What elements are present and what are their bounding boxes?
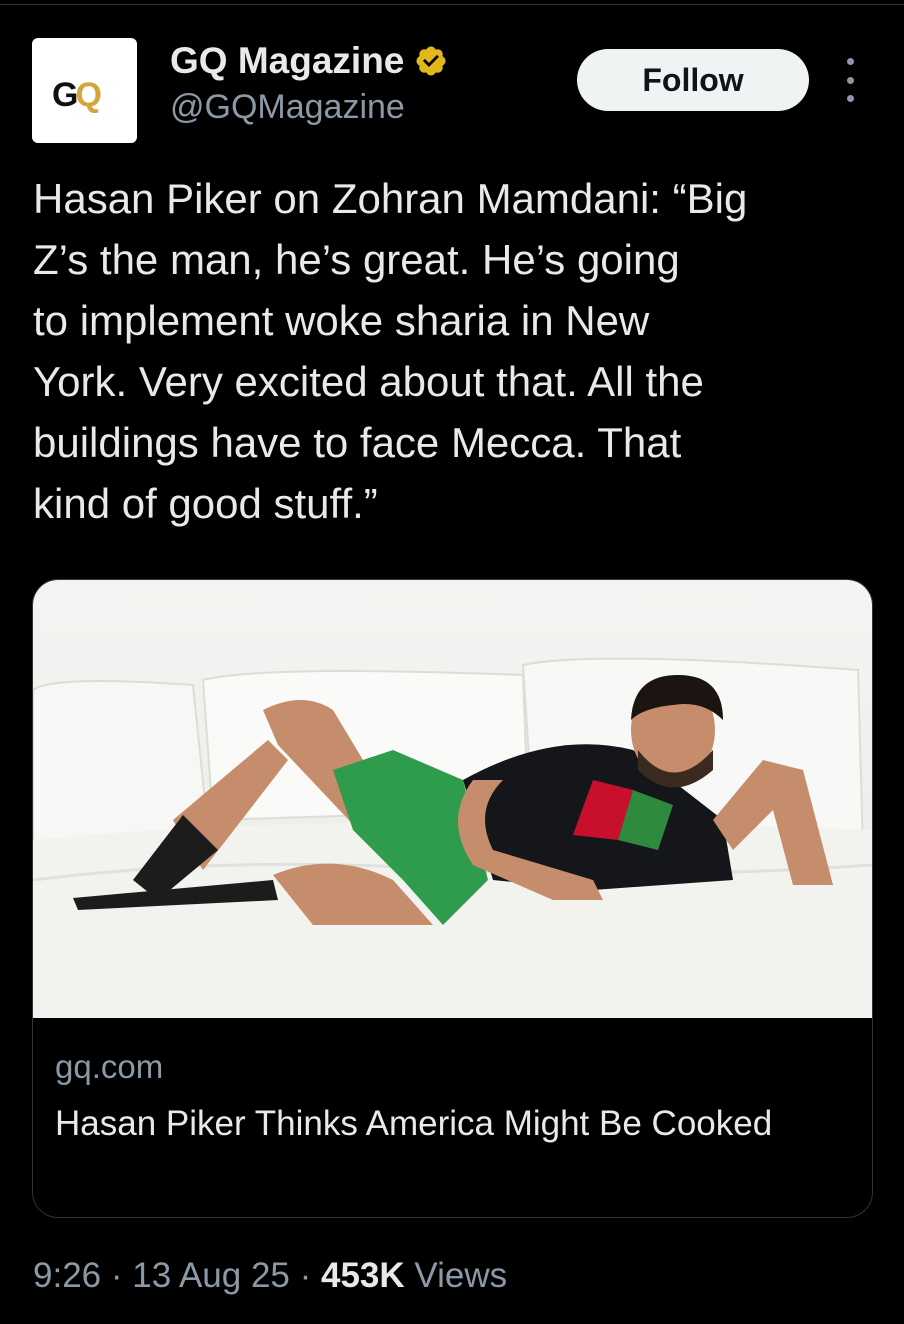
more-dots-icon[interactable]	[838, 58, 862, 102]
card-domain: gq.com	[55, 1048, 164, 1085]
link-card[interactable]: gq.com Hasan Piker Thinks America Might …	[32, 579, 873, 1218]
account-name[interactable]: GQ Magazine	[170, 40, 404, 82]
top-divider	[0, 4, 904, 5]
dot	[846, 58, 854, 65]
tweet-date[interactable]: 13 Aug 25	[132, 1256, 290, 1295]
tweet-meta: 9:26 · 13 Aug 25 · 453K Views	[33, 1256, 507, 1296]
account-name-row: GQ Magazine	[170, 40, 448, 82]
gq-logo: GQ	[52, 76, 102, 114]
card-image[interactable]	[33, 580, 872, 1018]
dot	[846, 76, 854, 84]
card-title[interactable]: Hasan Piker Thinks America Might Be Cook…	[55, 1098, 835, 1149]
tweet-time[interactable]: 9:26	[33, 1256, 101, 1295]
views-label: Views	[404, 1256, 508, 1295]
dot	[846, 95, 854, 102]
account-handle[interactable]: @GQMagazine	[170, 88, 405, 127]
verified-badge-icon	[416, 46, 446, 76]
follow-button[interactable]: Follow	[577, 49, 809, 111]
avatar[interactable]: GQ	[32, 38, 137, 143]
views-count: 453K	[321, 1256, 405, 1295]
tweet-text: Hasan Piker on Zohran Mamdani: “Big Z’s …	[33, 175, 748, 527]
separator: ·	[289, 1256, 321, 1295]
separator: ·	[101, 1256, 133, 1295]
